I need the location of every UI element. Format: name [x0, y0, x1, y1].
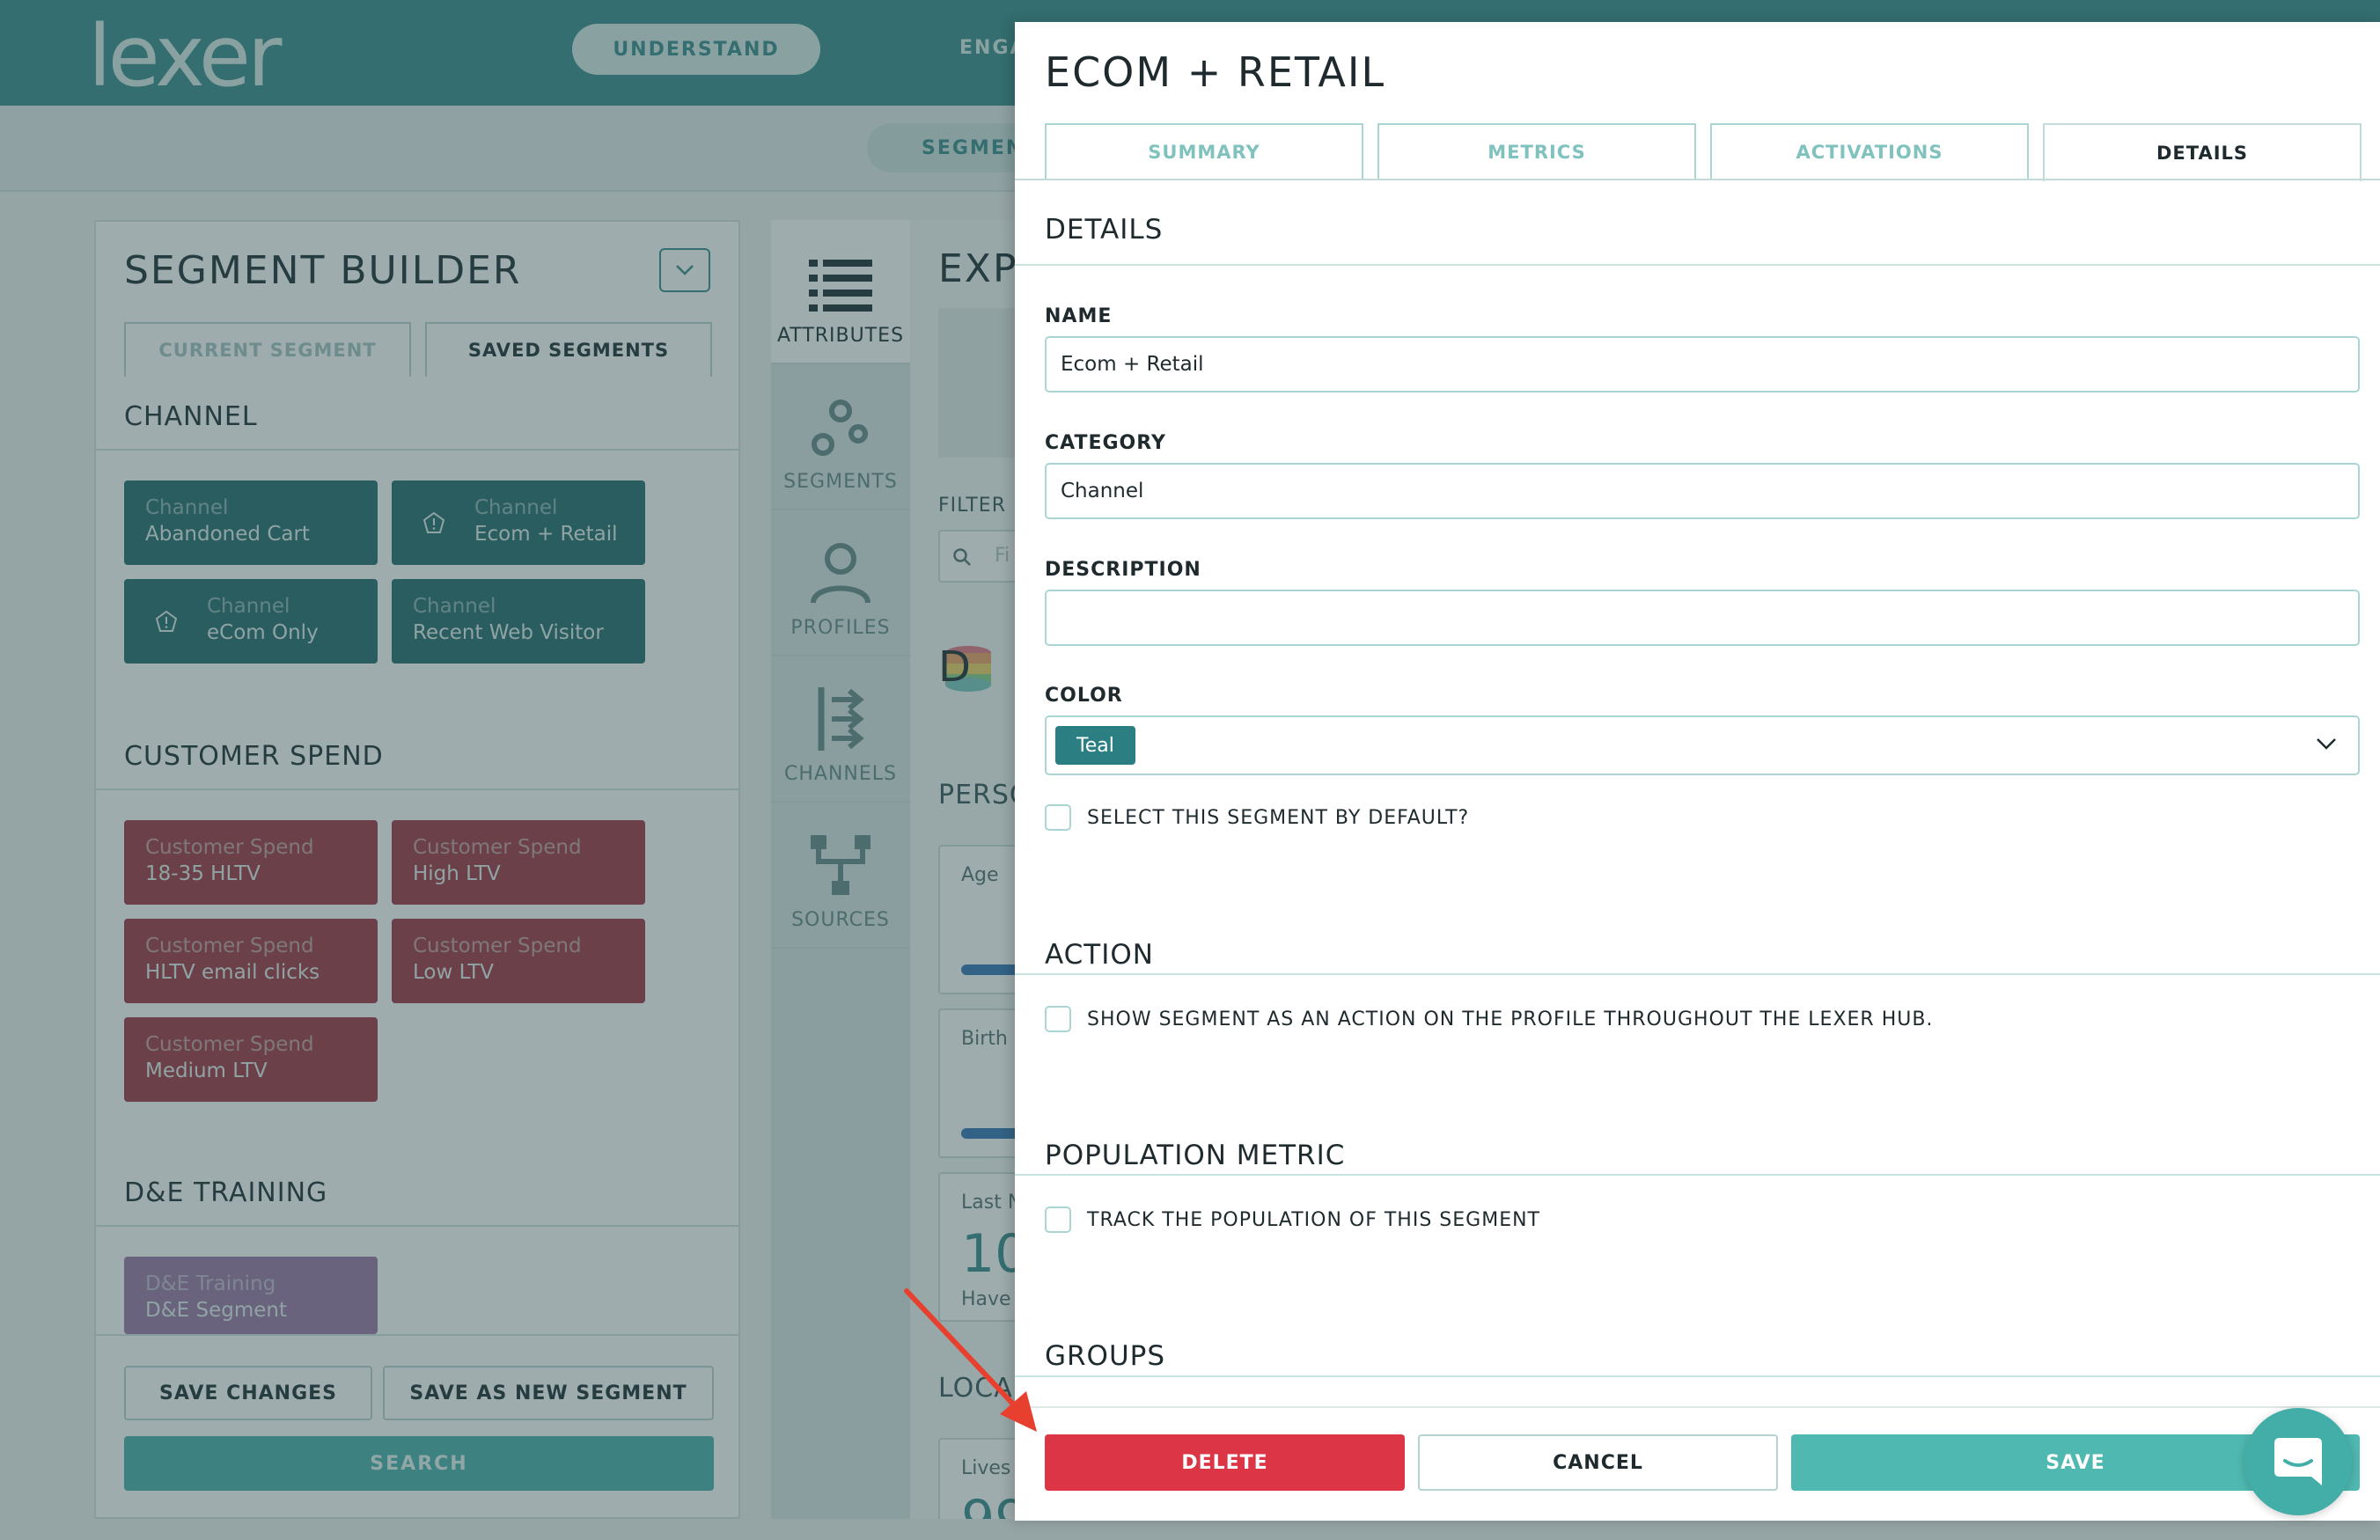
- description-field[interactable]: [1045, 590, 2360, 646]
- default-segment-checkbox[interactable]: SELECT THIS SEGMENT BY DEFAULT?: [1045, 804, 1469, 831]
- chevron-down-icon: [2317, 738, 2336, 750]
- population-checkbox[interactable]: TRACK THE POPULATION OF THIS SEGMENT: [1045, 1206, 1540, 1233]
- modal-title: ECOM + RETAIL: [1045, 48, 1386, 96]
- tab-divider: [1015, 179, 2380, 180]
- divider: [1015, 973, 2380, 975]
- population-metric-heading: POPULATION METRIC: [1045, 1140, 1346, 1171]
- cancel-button[interactable]: CANCEL: [1418, 1434, 1778, 1491]
- color-label: COLOR: [1045, 685, 1123, 707]
- tab-activations[interactable]: ACTIVATIONS: [1710, 123, 2029, 180]
- divider: [1015, 1375, 2380, 1377]
- divider: [1015, 264, 2380, 266]
- color-tag: Teal: [1055, 726, 1135, 765]
- groups-heading: GROUPS: [1045, 1340, 1166, 1372]
- delete-button[interactable]: DELETE: [1045, 1434, 1405, 1491]
- checkbox-label: SHOW SEGMENT AS AN ACTION ON THE PROFILE…: [1087, 1008, 1934, 1030]
- tab-details[interactable]: DETAILS: [2043, 123, 2362, 181]
- name-label: NAME: [1045, 305, 1113, 327]
- segment-details-modal: ECOM + RETAIL SUMMARY METRICS ACTIVATION…: [1015, 22, 2380, 1521]
- footer-divider: [1015, 1406, 2380, 1408]
- checkbox[interactable]: [1045, 1206, 1071, 1233]
- chat-launcher[interactable]: [2244, 1408, 2352, 1515]
- checkbox[interactable]: [1045, 1006, 1071, 1032]
- action-heading: ACTION: [1045, 939, 1154, 971]
- checkbox[interactable]: [1045, 804, 1071, 831]
- details-heading: DETAILS: [1045, 214, 1164, 246]
- checkbox-label: TRACK THE POPULATION OF THIS SEGMENT: [1087, 1208, 1540, 1231]
- checkbox-label: SELECT THIS SEGMENT BY DEFAULT?: [1087, 806, 1470, 829]
- description-label: DESCRIPTION: [1045, 559, 1201, 581]
- action-checkbox[interactable]: SHOW SEGMENT AS AN ACTION ON THE PROFILE…: [1045, 1006, 1933, 1032]
- chat-bubble-icon: [2274, 1438, 2322, 1485]
- category-field[interactable]: [1045, 463, 2360, 519]
- tab-summary[interactable]: SUMMARY: [1045, 123, 1363, 180]
- name-field[interactable]: [1045, 336, 2360, 392]
- divider: [1015, 1174, 2380, 1176]
- tab-metrics[interactable]: METRICS: [1377, 123, 1696, 180]
- category-label: CATEGORY: [1045, 432, 1166, 454]
- color-select[interactable]: Teal: [1045, 715, 2360, 775]
- red-arrow-annotation: [904, 1288, 1037, 1432]
